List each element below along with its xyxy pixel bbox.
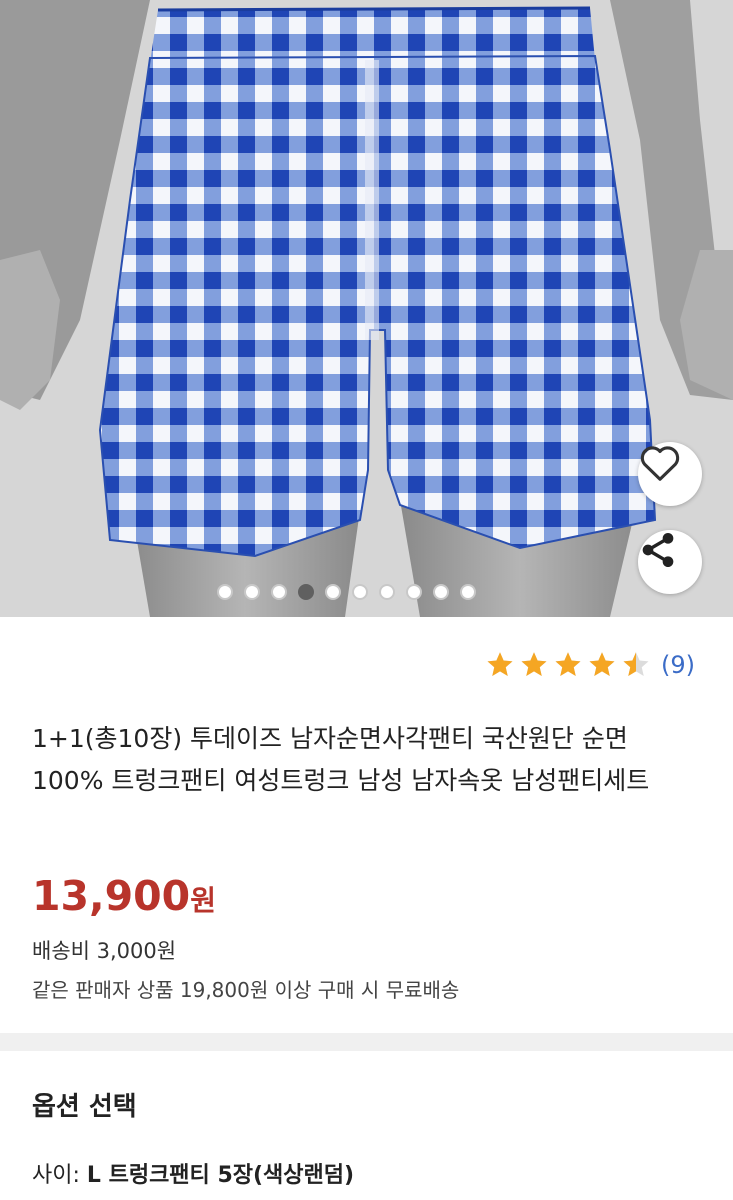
free-shipping-note: 같은 판매자 상품 19,800원 이상 구매 시 무료배송 [32,978,460,1002]
gallery-dot[interactable] [460,584,476,600]
star-icon [623,652,649,676]
star-icon [555,652,581,676]
share-button[interactable] [638,530,702,594]
price-value: 13,900 [32,872,191,920]
option-value: L 트렁크팬티 5장(색상랜덤) [86,1163,355,1188]
price-currency: 원 [190,884,216,917]
gallery-dot[interactable] [217,584,233,600]
option-label: 사이: [32,1163,80,1188]
selected-option[interactable]: 사이: L 트렁크팬티 5장(색상랜덤) [32,1157,354,1189]
star-rating [485,650,651,680]
gallery-dot[interactable] [271,584,287,600]
product-title: 1+1(총10장) 투데이즈 남자순면사각팬티 국산원단 순면100% 트렁크팬… [32,724,650,795]
gallery-dot[interactable] [298,584,314,600]
gallery-dot[interactable] [406,584,422,600]
star-icon [487,652,513,676]
share-icon [642,533,674,567]
gallery-pagination [217,582,476,602]
product-price: 13,900원 [32,872,216,920]
product-rating[interactable]: (9) [485,650,695,680]
gallery-dot[interactable] [325,584,341,600]
review-count[interactable]: (9) [661,651,695,679]
star-icon [521,652,547,676]
product-image-gallery[interactable] [0,0,733,617]
option-section-title: 옵션 선택 [32,1092,137,1122]
heart-icon [640,446,680,481]
gallery-dot[interactable] [433,584,449,600]
star-icon [589,652,615,676]
gallery-dot[interactable] [379,584,395,600]
section-divider [0,1033,733,1051]
product-image [0,0,733,617]
gallery-dot[interactable] [244,584,260,600]
gallery-dot[interactable] [352,584,368,600]
shipping-fee: 배송비 3,000원 [32,939,177,963]
wishlist-button[interactable] [638,442,702,506]
